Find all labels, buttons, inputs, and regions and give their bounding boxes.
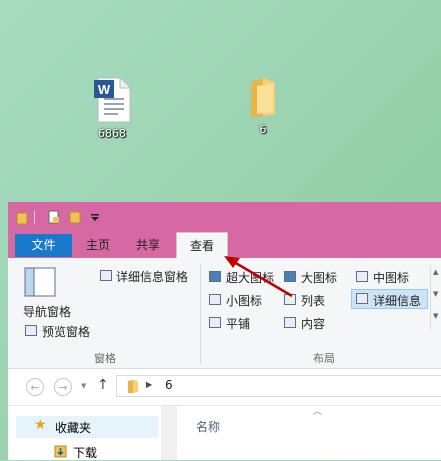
annotation-arrow	[224, 256, 293, 298]
